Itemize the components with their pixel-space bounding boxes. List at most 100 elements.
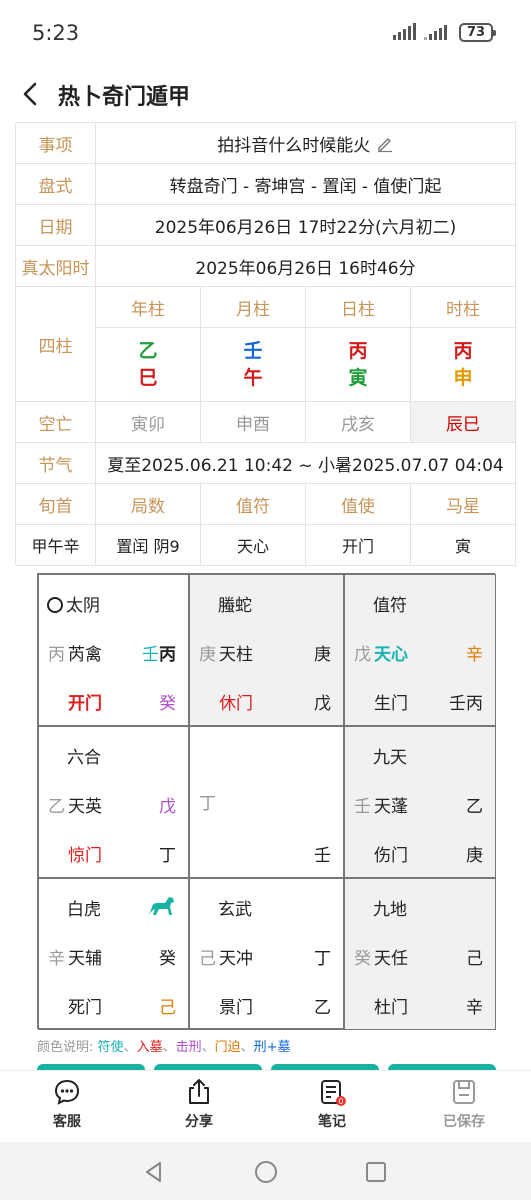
palace-door: 伤门 xyxy=(374,846,408,866)
battery-icon: 73 xyxy=(459,23,496,42)
palace-8[interactable]: 玄武 己 天冲 丁 景门 乙 xyxy=(189,878,344,1030)
palace-3[interactable]: 值符 戊 天心 辛 生门 壬丙 xyxy=(344,574,496,726)
palace-earth-stem: 乙 xyxy=(48,797,65,817)
legend-label: 颜色说明: xyxy=(37,1040,94,1055)
palace-hidden-stem: 壬 xyxy=(314,846,331,866)
pillars-label: 四柱 xyxy=(15,286,96,402)
nav-saved[interactable]: 已保存 xyxy=(424,1077,504,1131)
palace-god: 白虎 xyxy=(67,900,101,920)
palace-star: 天柱 xyxy=(219,645,253,665)
void-month: 申酉 xyxy=(200,401,306,443)
palace-hidden-stem: 乙 xyxy=(314,998,331,1018)
nav-share[interactable]: 分享 xyxy=(159,1077,239,1131)
palace-earth-stem: 壬 xyxy=(354,797,371,817)
layout-label: 盘式 xyxy=(15,163,96,205)
notes-icon: 0 xyxy=(321,1080,346,1106)
nav-notes[interactable]: 0 笔记 xyxy=(292,1077,372,1131)
palace-hidden-stem: 己 xyxy=(159,998,176,1018)
pillar-year: 乙巳 xyxy=(95,327,201,402)
palace-heaven-stem: 庚 xyxy=(314,645,331,665)
palace-star: 天心 xyxy=(374,645,408,665)
signal-icon xyxy=(393,23,416,40)
system-home-icon[interactable] xyxy=(253,1159,279,1185)
palace-door: 生门 xyxy=(374,694,408,714)
layout-value: 转盘奇门 - 寄坤宫 - 置闰 - 值使门起 xyxy=(95,163,516,205)
palace-earth-stem: 戊 xyxy=(354,645,371,665)
date-label: 日期 xyxy=(15,204,96,246)
palace-earth-stem: 辛 xyxy=(48,949,65,969)
nav-service-label: 客服 xyxy=(53,1114,81,1130)
palace-god: 螣蛇 xyxy=(218,596,252,616)
palace-star: 天任 xyxy=(374,949,408,969)
palace-door: 景门 xyxy=(219,998,253,1018)
back-arrow-icon[interactable] xyxy=(18,80,46,108)
ju-value: 置闰 阴9 xyxy=(95,524,201,566)
palace-hidden-stem: 丁 xyxy=(159,846,176,866)
palace-hidden-stem: 辛 xyxy=(466,998,483,1018)
palace-earth-stem: 癸 xyxy=(354,949,371,969)
solar-time-value: 2025年06月26日 16时46分 xyxy=(95,245,516,287)
date-value: 2025年06月26日 17时22分(六月初二) xyxy=(95,204,516,246)
signal-2-icon xyxy=(424,24,447,40)
pillar-head-year: 年柱 xyxy=(95,286,201,328)
palace-5[interactable]: 丁 壬 xyxy=(189,726,344,878)
palace-9[interactable]: 九地 癸 天任 己 杜门 辛 xyxy=(344,878,496,1030)
palace-star: 天英 xyxy=(68,797,102,817)
legend-xingmu: 刑+墓 xyxy=(253,1040,291,1055)
palace-heaven-stem: 戊 xyxy=(159,797,176,817)
palace-hidden-stem: 壬丙 xyxy=(449,694,483,714)
lead-value: 甲午辛 xyxy=(15,524,96,566)
horse-icon xyxy=(149,897,174,915)
system-recents-icon[interactable] xyxy=(364,1160,388,1184)
palace-7[interactable]: 白虎 辛 天辅 癸 死门 己 xyxy=(38,878,189,1030)
palace-6[interactable]: 九天 壬 天蓬 乙 伤门 庚 xyxy=(344,726,496,878)
palace-heaven-stem: 辛 xyxy=(466,645,483,665)
nav-service[interactable]: 客服 xyxy=(27,1077,107,1131)
palace-1[interactable]: 太阴 丙 芮禽 壬丙 开门 癸 xyxy=(38,574,189,726)
system-back-icon[interactable] xyxy=(142,1160,166,1184)
share-icon xyxy=(189,1079,209,1104)
pillar-head-day: 日柱 xyxy=(305,286,411,328)
edit-icon[interactable] xyxy=(376,135,394,153)
palace-star: 天辅 xyxy=(68,949,102,969)
save-icon xyxy=(453,1080,475,1104)
legend-jixing: 击刑 xyxy=(175,1040,202,1055)
palace-god: 玄武 xyxy=(218,900,252,920)
palace-god: 值符 xyxy=(373,596,407,616)
chart-info-table: 事项 拍抖音什么时候能火 盘式 转盘奇门 - 寄坤宫 - 置闰 - 值使门起 日… xyxy=(15,122,516,566)
pillar-day: 丙寅 xyxy=(305,327,411,402)
void-label: 空亡 xyxy=(15,401,96,443)
palace-2[interactable]: 螣蛇 庚 天柱 庚 休门 戊 xyxy=(189,574,344,726)
matter-cell[interactable]: 拍抖音什么时候能火 xyxy=(95,122,516,164)
svg-text:0: 0 xyxy=(339,1097,344,1106)
horse-label: 马星 xyxy=(410,483,516,525)
horse-value: 寅 xyxy=(410,524,516,566)
palace-earth-stem: 己 xyxy=(199,949,216,969)
palace-heaven-stem: 丁 xyxy=(314,949,331,969)
color-legend: 颜色说明: 符使、入墓、击刑、门迫、刑+墓 xyxy=(37,1040,291,1055)
zhifu-label: 值符 xyxy=(200,483,306,525)
nav-saved-label: 已保存 xyxy=(443,1114,485,1130)
lead-label: 旬首 xyxy=(15,483,96,525)
nav-notes-label: 笔记 xyxy=(318,1114,346,1130)
palace-god: 太阴 xyxy=(47,591,100,616)
palace-4[interactable]: 六合 乙 天英 戊 惊门 丁 xyxy=(38,726,189,878)
palace-hidden-stem: 癸 xyxy=(159,694,176,714)
legend-menpo: 门迫 xyxy=(214,1040,241,1055)
palace-door: 休门 xyxy=(219,694,253,714)
palace-heaven-stem: 己 xyxy=(466,949,483,969)
legend-fushi: 符使 xyxy=(97,1040,124,1055)
palace-star: 天蓬 xyxy=(374,797,408,817)
palace-door: 杜门 xyxy=(374,998,408,1018)
page-title: 热卜奇门遁甲 xyxy=(58,85,191,110)
palace-god: 九地 xyxy=(373,900,407,920)
palace-god: 六合 xyxy=(67,748,101,768)
chat-icon xyxy=(54,1079,80,1105)
palace-earth-stem: 庚 xyxy=(199,645,216,665)
pillar-month: 壬午 xyxy=(200,327,306,402)
void-year: 寅卯 xyxy=(95,401,201,443)
nav-share-label: 分享 xyxy=(185,1114,213,1130)
solar-time-label: 真太阳时 xyxy=(15,245,96,287)
system-nav-bar xyxy=(0,1142,531,1200)
palace-door: 死门 xyxy=(68,998,102,1018)
